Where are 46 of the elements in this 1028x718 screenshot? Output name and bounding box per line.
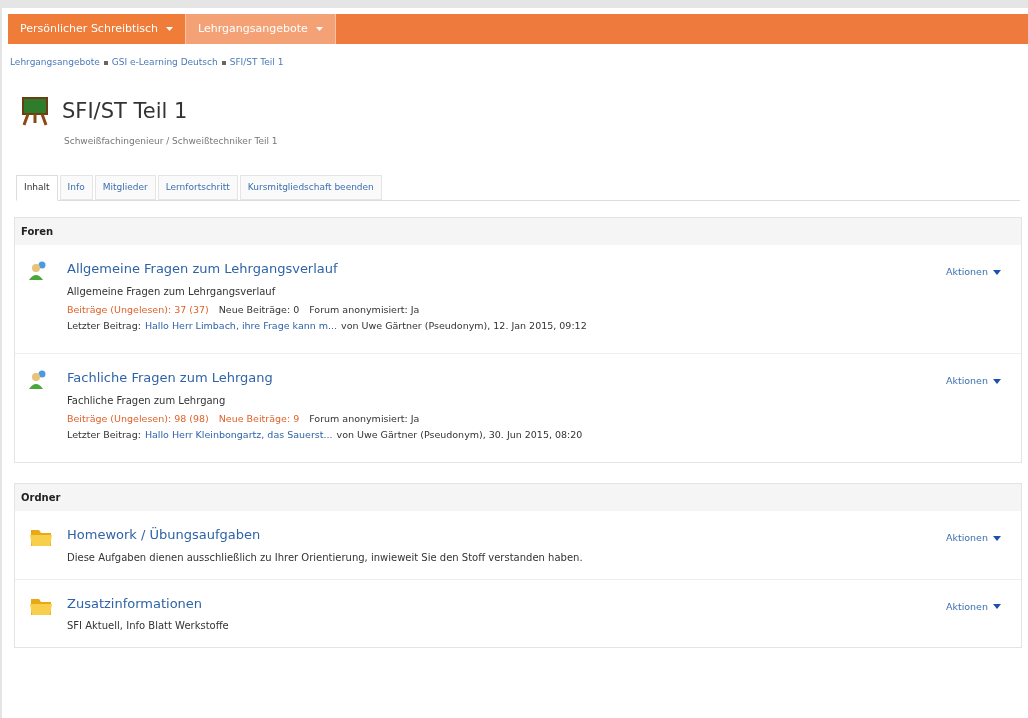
- section-heading: Foren: [20, 225, 55, 239]
- chalkboard-icon: [20, 96, 50, 127]
- item-title-link[interactable]: Homework / Übungsaufgaben: [67, 525, 261, 545]
- caret-icon: [166, 27, 174, 31]
- item-title-link[interactable]: Zusatzinformationen: [67, 593, 203, 613]
- item-description: Allgemeine Fragen zum Lehrgangsverlauf: [67, 284, 277, 299]
- section-heading: Ordner: [20, 491, 62, 505]
- actions-menu[interactable]: Aktionen: [945, 531, 1001, 546]
- last-post-link[interactable]: Hallo Herr Kleinbongartz, das Sauerst...: [144, 427, 333, 442]
- forum-stat: Beiträge (Ungelesen): 98 (98): [67, 411, 209, 426]
- tab[interactable]: Kursmitgliedschaft beenden: [239, 174, 382, 200]
- forum-stat: Beiträge (Ungelesen): 37 (37): [67, 302, 209, 317]
- last-post-label: Letzter Beitrag:: [67, 318, 141, 333]
- breadcrumb-link[interactable]: SFI/ST Teil 1: [229, 56, 284, 70]
- forum-stat: Neue Beiträge: 0: [218, 302, 300, 317]
- course-title: SFI/ST Teil 1: [62, 97, 188, 125]
- item-title-link[interactable]: Allgemeine Fragen zum Lehrgangsverlauf: [67, 259, 338, 279]
- caret-icon: [315, 27, 323, 31]
- item-description: SFI Aktuell, Info Blatt Werkstoffe: [67, 619, 230, 633]
- tab[interactable]: Mitglieder: [94, 174, 156, 200]
- caret-icon: [993, 604, 1001, 610]
- item-description: Diese Aufgaben dienen ausschließlich zu Ihrer Orientierung, inwieweit Sie den Stoff verstanden haben.: [67, 550, 584, 565]
- caret-icon: [993, 378, 1001, 384]
- caret-icon: [993, 269, 1001, 275]
- separator-icon: [221, 60, 226, 65]
- last-post-label: Letzter Beitrag:: [67, 427, 141, 442]
- item-description: Fachliche Fragen zum Lehrgang: [67, 393, 227, 408]
- caret-icon: [993, 535, 1001, 541]
- last-post-link[interactable]: Hallo Herr Limbach, ihre Frage kann m...: [144, 318, 338, 333]
- actions-menu[interactable]: Aktionen: [945, 374, 1001, 389]
- tab[interactable]: Lernfortschritt: [157, 174, 238, 200]
- actions-menu[interactable]: Aktionen: [945, 265, 1001, 280]
- actions-menu[interactable]: Aktionen: [945, 599, 1001, 614]
- last-post-info: von Uwe Gärtner (Pseudonym), 30. Jun 2015, 08:20: [336, 427, 583, 442]
- course-subtitle: Schweißfachingenieur / Schweißtechniker Teil 1: [64, 135, 279, 148]
- forum-stat: Forum anonymisiert: Ja: [309, 411, 420, 426]
- tab[interactable]: Info: [59, 174, 93, 200]
- breadcrumb-link[interactable]: GSI e-Learning Deutsch: [111, 56, 218, 70]
- last-post-info: von Uwe Gärtner (Pseudonym), 12. Jan 2015, 09:12: [341, 318, 587, 333]
- forum-stat: Neue Beiträge: 9: [218, 411, 300, 426]
- tab[interactable]: Inhalt: [16, 174, 58, 201]
- folder-icon: [29, 527, 53, 547]
- separator-icon: [103, 60, 108, 65]
- forum-stat: Forum anonymisiert: Ja: [309, 302, 420, 317]
- item-title-link[interactable]: Fachliche Fragen zum Lehrgang: [67, 368, 273, 388]
- breadcrumb-link[interactable]: Lehrgangsangebote: [10, 56, 100, 70]
